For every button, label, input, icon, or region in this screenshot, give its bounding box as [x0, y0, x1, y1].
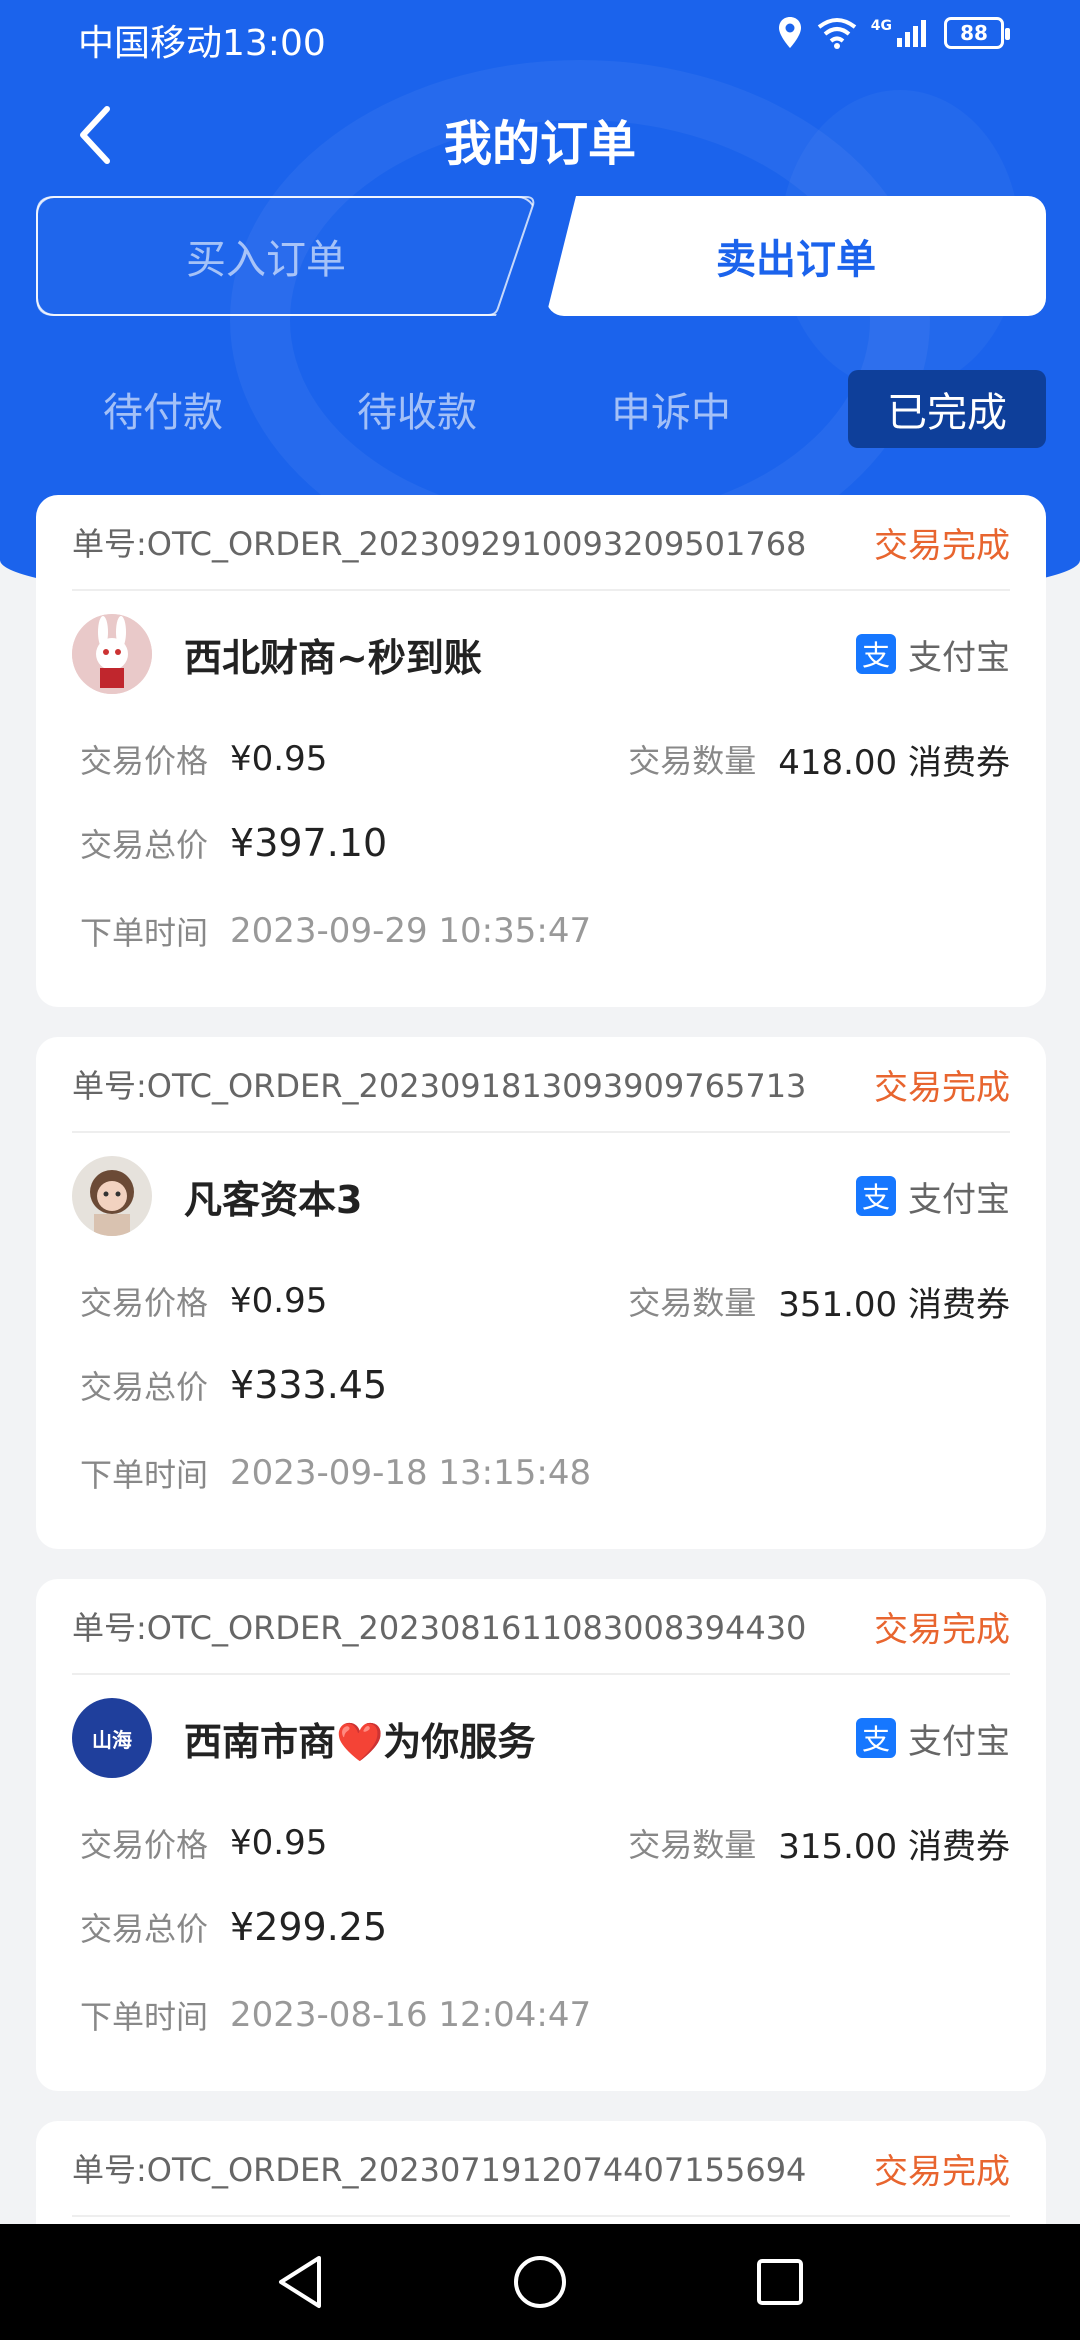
system-back-button[interactable]: [255, 2237, 345, 2327]
time-value: 2023-08-16 12:04:47: [230, 1995, 592, 2035]
merchant-name: 西北财商~秒到账: [184, 635, 482, 680]
price-value: ¥0.95: [230, 1823, 328, 1863]
quantity-value: 351.00 消费券: [778, 1284, 1010, 1325]
total-value: ¥333.45: [230, 1363, 388, 1407]
total-label: 交易总价: [80, 1368, 209, 1406]
status-icons: 4G 88: [777, 16, 1010, 50]
avatar: [72, 614, 152, 694]
system-recents-button[interactable]: [735, 2237, 825, 2327]
network-type: 4G: [870, 18, 892, 34]
page-title: 我的订单: [443, 116, 636, 172]
order-status: 交易完成: [874, 1609, 1010, 1650]
merchant-row: 凡客资本3 支 支付宝: [72, 1133, 1010, 1259]
quantity-value: 418.00 消费券: [778, 742, 1010, 783]
time-label: 下单时间: [80, 1998, 209, 2036]
alipay-icon: 支: [856, 1718, 896, 1758]
order-card[interactable]: 单号:OTC_ORDER_202309181309390976​5713 交易完…: [36, 1037, 1046, 1549]
merchant-row: 西北财商~秒到账 支 支付宝: [72, 591, 1010, 717]
system-navigation-bar: [0, 2224, 1080, 2340]
location-icon: [778, 17, 801, 48]
payment-method: 支 支付宝: [856, 630, 1010, 679]
time-label: 下单时间: [80, 914, 209, 952]
total-row: 交易总价 ¥333.45: [72, 1343, 1010, 1427]
price-row: 交易价格 ¥0.95 交易数量 351.00 消费券: [72, 1259, 1010, 1343]
payment-label: 支付宝: [908, 637, 1010, 678]
price-label: 交易价格: [80, 742, 209, 780]
tab-pending-payment[interactable]: 待付款: [36, 370, 290, 448]
order-header: 单号:OTC_ORDER_20230929100932095​01768 交易完…: [72, 495, 1010, 591]
order-card[interactable]: 单号:OTC_ORDER_20230929100932095​01768 交易完…: [36, 495, 1046, 1007]
wifi-icon: [817, 18, 856, 49]
circle-home-icon: [514, 2256, 566, 2308]
order-card[interactable]: 单号:OTC_ORDER_202307191207440715​5694 交易完…: [36, 2121, 1046, 2241]
battery-icon: 88: [944, 17, 1010, 49]
rabbit-avatar-image: [72, 614, 152, 694]
order-header: 单号:OTC_ORDER_202307191207440715​5694 交易完…: [72, 2121, 1010, 2217]
payment-label: 支付宝: [908, 1721, 1010, 1762]
order-card[interactable]: 单号:OTC_ORDER_202308161108300839​4430 交易完…: [36, 1579, 1046, 2091]
alipay-icon: 支: [856, 1176, 896, 1216]
system-home-button[interactable]: [495, 2237, 585, 2327]
order-status: 交易完成: [874, 2151, 1010, 2192]
time-value: 2023-09-29 10:35:47: [230, 911, 592, 951]
quantity-label: 交易数量: [628, 742, 757, 780]
status-bar: 中国移动13:00 4G 88: [0, 0, 1080, 76]
order-type-segment: 买入订单 卖出订单: [36, 196, 1046, 316]
merchant-row: 山海 西南市商❤️为你服务 支 支付宝: [72, 1675, 1010, 1801]
alipay-icon: 支: [856, 634, 896, 674]
quantity-value: 315.00 消费券: [778, 1826, 1010, 1867]
nav-bar: 我的订单: [0, 90, 1080, 180]
price-row: 交易价格 ¥0.95 交易数量 418.00 消费券: [72, 717, 1010, 801]
signal-icon: [897, 20, 926, 47]
sell-orders-tab[interactable]: 卖出订单: [546, 196, 1046, 316]
time-label: 下单时间: [80, 1456, 209, 1494]
avatar: 山海: [72, 1698, 152, 1778]
status-tabs: 待付款 待收款 申诉中 已完成: [36, 370, 1046, 448]
quantity-label: 交易数量: [628, 1826, 757, 1864]
tab-pending-receipt[interactable]: 待收款: [290, 370, 544, 448]
order-number: 单号:OTC_ORDER_202307191207440715​5694: [72, 2151, 807, 2189]
order-list: 单号:OTC_ORDER_20230929100932095​01768 交易完…: [36, 495, 1046, 2271]
tab-in-appeal[interactable]: 申诉中: [544, 370, 798, 448]
carrier-time: 中国移动13:00: [78, 23, 326, 64]
order-header: 单号:OTC_ORDER_202308161108300839​4430 交易完…: [72, 1579, 1010, 1675]
order-status: 交易完成: [874, 1067, 1010, 1108]
total-row: 交易总价 ¥299.25: [72, 1885, 1010, 1969]
order-status: 交易完成: [874, 525, 1010, 566]
price-row: 交易价格 ¥0.95 交易数量 315.00 消费券: [72, 1801, 1010, 1885]
quantity-label: 交易数量: [628, 1284, 757, 1322]
order-number: 单号:OTC_ORDER_202309181309390976​5713: [72, 1067, 807, 1105]
total-value: ¥397.10: [230, 821, 388, 865]
avatar: [72, 1156, 152, 1236]
time-row: 下单时间 2023-09-18 13:15:48: [72, 1427, 1010, 1519]
total-label: 交易总价: [80, 1910, 209, 1948]
total-value: ¥299.25: [230, 1905, 388, 1949]
order-number: 单号:OTC_ORDER_202308161108300839​4430: [72, 1609, 807, 1647]
tab-completed[interactable]: 已完成: [848, 370, 1046, 448]
time-row: 下单时间 2023-09-29 10:35:47: [72, 885, 1010, 977]
payment-method: 支 支付宝: [856, 1172, 1010, 1221]
merchant-name: 西南市商❤️为你服务: [184, 1719, 536, 1764]
triangle-back-icon: [279, 2256, 321, 2308]
square-recents-icon: [757, 2259, 803, 2305]
payment-label: 支付宝: [908, 1179, 1010, 1220]
time-value: 2023-09-18 13:15:48: [230, 1453, 592, 1493]
avatar-badge-text: 山海: [92, 1727, 132, 1752]
price-value: ¥0.95: [230, 1281, 328, 1321]
price-label: 交易价格: [80, 1826, 209, 1864]
order-header: 单号:OTC_ORDER_202309181309390976​5713 交易完…: [72, 1037, 1010, 1133]
doll-avatar-image: [72, 1156, 152, 1236]
buy-orders-label[interactable]: 买入订单: [36, 196, 496, 316]
payment-method: 支 支付宝: [856, 1714, 1010, 1763]
time-row: 下单时间 2023-08-16 12:04:47: [72, 1969, 1010, 2061]
price-value: ¥0.95: [230, 739, 328, 779]
order-number: 单号:OTC_ORDER_20230929100932095​01768: [72, 525, 807, 563]
battery-level: 88: [960, 21, 988, 45]
merchant-name: 凡客资本3: [184, 1177, 363, 1222]
price-label: 交易价格: [80, 1284, 209, 1322]
total-label: 交易总价: [80, 826, 209, 864]
total-row: 交易总价 ¥397.10: [72, 801, 1010, 885]
